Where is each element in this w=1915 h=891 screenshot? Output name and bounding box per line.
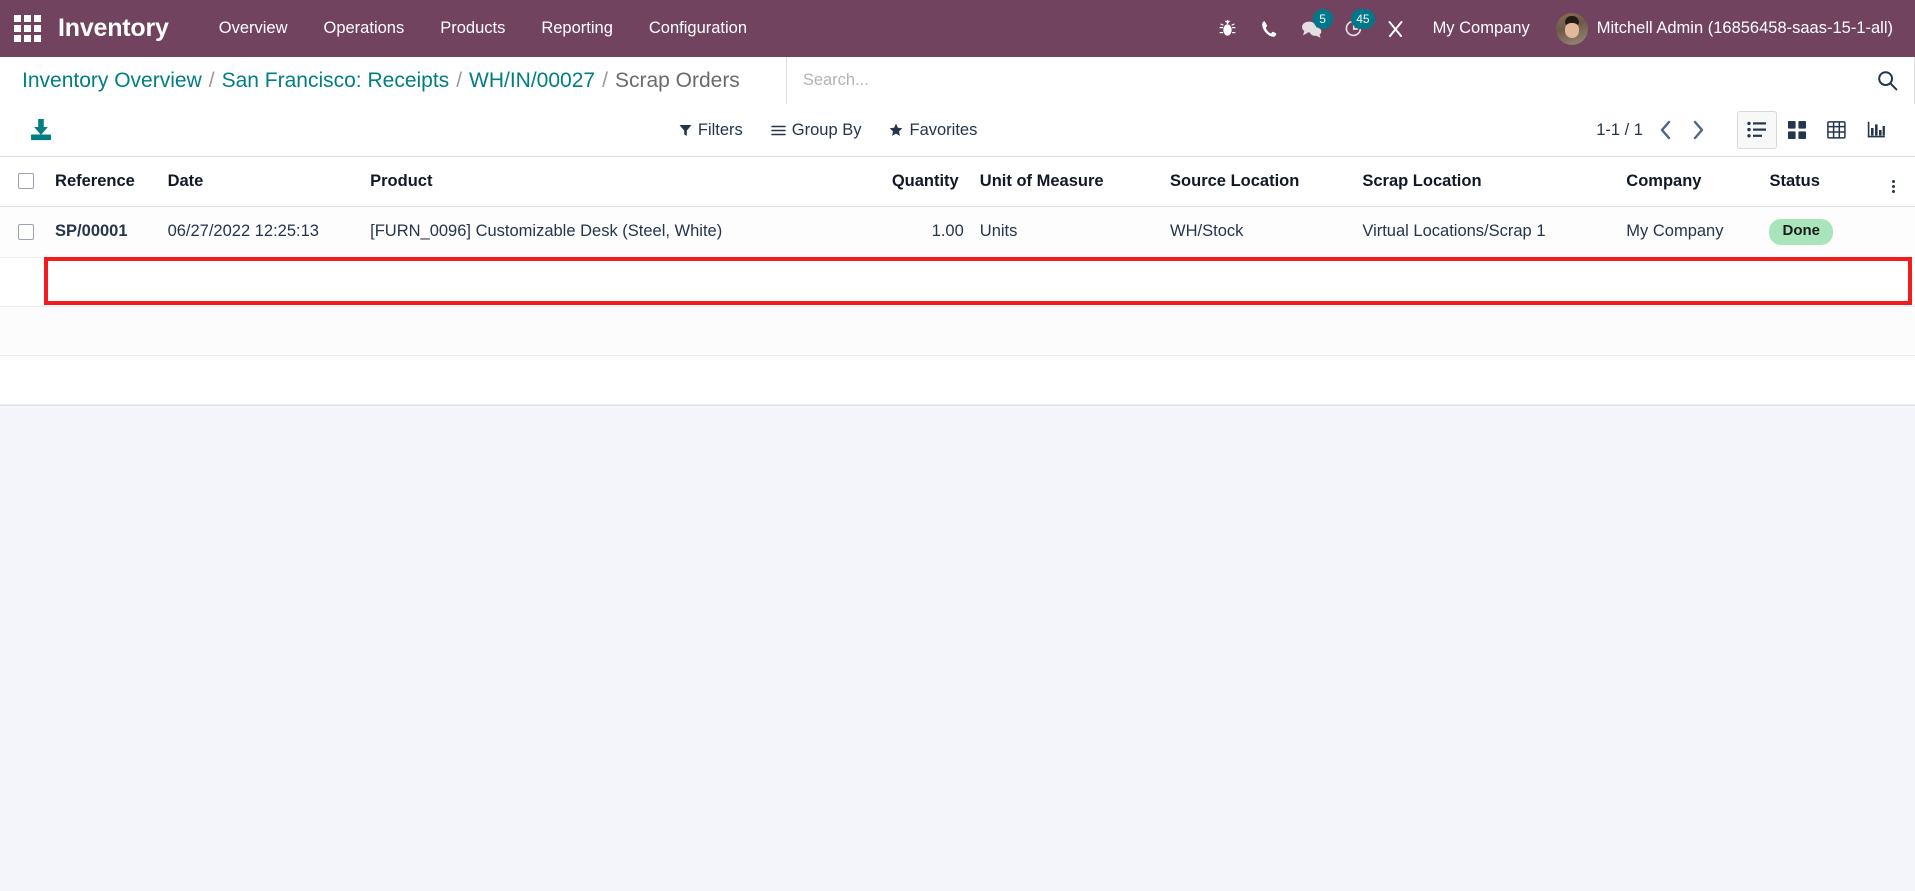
row-select-cell (0, 206, 48, 258)
column-header-status[interactable]: Status (1761, 157, 1885, 207)
column-header-reference[interactable]: Reference (47, 157, 160, 207)
search-input[interactable] (802, 71, 1867, 90)
hamburger-lines-icon (771, 125, 786, 135)
cell-scrap-location: Virtual Locations/Scrap 1 (1354, 206, 1619, 258)
favorites-label: Favorites (909, 120, 978, 139)
chevron-right-icon[interactable] (1682, 118, 1715, 142)
column-header-quantity[interactable]: Quantity (883, 157, 972, 207)
menu-item-reporting[interactable]: Reporting (523, 11, 631, 46)
table-body: SP/00001 06/27/2022 12:25:13 [FURN_0096]… (0, 206, 1915, 405)
select-all-header (0, 157, 48, 207)
empty-row (0, 257, 1915, 307)
pivot-table-icon (1827, 121, 1847, 139)
search-options: Filters Group By Favorites (665, 115, 991, 146)
app-brand-title[interactable]: Inventory (58, 14, 169, 43)
breadcrumb: Inventory Overview / San Francisco: Rece… (0, 57, 758, 104)
cell-quantity: 1.00 (883, 206, 972, 258)
control-panel-bottom: Filters Group By Favorites 1-1 / 1 (0, 104, 1915, 156)
user-menu[interactable]: Mitchell Admin (16856458-saas-15-1-all) (1546, 9, 1897, 49)
table-header-row: Reference Date Product Quantity Unit of … (0, 157, 1915, 207)
navbar-right-section: 5 45 My Company Mitchell Admin (16856458… (1207, 8, 1897, 49)
messages-badge: 5 (1312, 8, 1333, 29)
cell-source-location: WH/Stock (1162, 206, 1355, 258)
search-icon[interactable] (1867, 70, 1900, 91)
top-navbar: Inventory Overview Operations Products R… (0, 0, 1915, 57)
chevron-left-icon[interactable] (1649, 118, 1682, 142)
cell-date: 06/27/2022 12:25:13 (159, 206, 363, 258)
messages-icon[interactable]: 5 (1291, 8, 1333, 49)
breadcrumb-separator: / (456, 68, 463, 92)
breadcrumb-separator: / (602, 68, 608, 92)
column-header-product[interactable]: Product (362, 157, 884, 207)
row-checkbox[interactable] (18, 224, 34, 241)
view-switcher (1736, 111, 1897, 149)
filters-label: Filters (697, 120, 743, 139)
list-view-button[interactable] (1736, 111, 1777, 149)
cell-product: [FURN_0096] Customizable Desk (Steel, Wh… (362, 206, 884, 258)
column-header-source-location[interactable]: Source Location (1162, 157, 1355, 207)
empty-cell (0, 355, 1915, 405)
optional-columns-header (1884, 157, 1915, 207)
apps-grid-icon[interactable] (10, 12, 44, 46)
avatar (1555, 12, 1588, 45)
list-icon (1747, 121, 1766, 138)
menu-item-products[interactable]: Products (422, 11, 523, 46)
cell-company: My Company (1618, 206, 1762, 258)
column-header-scrap-location[interactable]: Scrap Location (1354, 157, 1619, 207)
phone-icon[interactable] (1249, 9, 1291, 49)
kanban-grid-icon (1787, 121, 1806, 139)
pager-counter: 1-1 / 1 (1596, 120, 1643, 139)
control-panel: Inventory Overview / San Francisco: Rece… (0, 57, 1915, 157)
cell-status: Done (1761, 206, 1885, 258)
bar-chart-icon (1868, 121, 1886, 138)
table-row[interactable]: SP/00001 06/27/2022 12:25:13 [FURN_0096]… (0, 206, 1915, 258)
column-header-unit-of-measure[interactable]: Unit of Measure (971, 157, 1163, 207)
cell-reference: SP/00001 (47, 206, 160, 258)
breadcrumb-item-scrap-orders: Scrap Orders (614, 68, 740, 92)
search-bar (785, 57, 1915, 104)
group-by-button[interactable]: Group By (757, 115, 876, 146)
kanban-view-button[interactable] (1777, 111, 1817, 149)
filters-button[interactable]: Filters (665, 115, 757, 146)
scrap-orders-table-container: Reference Date Product Quantity Unit of … (0, 157, 1915, 406)
pivot-view-button[interactable] (1817, 111, 1857, 149)
tools-wrench-icon[interactable] (1375, 9, 1417, 49)
download-export-icon[interactable] (22, 114, 60, 146)
select-all-checkbox[interactable] (18, 173, 34, 190)
status-badge: Done (1769, 219, 1833, 245)
company-switcher[interactable]: My Company (1417, 11, 1546, 46)
graph-view-button[interactable] (1857, 111, 1897, 149)
breadcrumb-item-wh-in-00027[interactable]: WH/IN/00027 (469, 69, 595, 93)
menu-item-overview[interactable]: Overview (201, 11, 306, 46)
cell-unit-of-measure: Units (971, 206, 1163, 258)
control-panel-top: Inventory Overview / San Francisco: Rece… (0, 57, 1915, 104)
empty-row (0, 355, 1915, 405)
vertical-dots-icon[interactable] (1892, 180, 1896, 193)
breadcrumb-separator: / (208, 68, 215, 92)
empty-cell (0, 306, 1915, 356)
group-by-label: Group By (791, 120, 862, 139)
star-icon (890, 123, 903, 136)
empty-row (0, 306, 1915, 356)
scrap-orders-table: Reference Date Product Quantity Unit of … (0, 157, 1915, 405)
pager-and-views: 1-1 / 1 (1596, 111, 1897, 149)
column-header-date[interactable]: Date (159, 157, 363, 207)
activities-badge: 45 (1351, 8, 1375, 29)
breadcrumb-item-inventory-overview[interactable]: Inventory Overview (22, 69, 202, 93)
breadcrumb-item-san-francisco-receipts[interactable]: San Francisco: Receipts (222, 69, 450, 93)
filter-funnel-icon (679, 124, 692, 136)
main-menu: Overview Operations Products Reporting C… (201, 11, 765, 46)
empty-cell (0, 257, 1915, 307)
favorites-button[interactable]: Favorites (875, 115, 991, 146)
activities-clock-icon[interactable]: 45 (1333, 8, 1375, 49)
column-header-company[interactable]: Company (1618, 157, 1762, 207)
bug-icon[interactable] (1207, 9, 1249, 49)
cell-optional (1884, 206, 1915, 258)
table-header: Reference Date Product Quantity Unit of … (0, 157, 1915, 207)
app-page: Inventory Overview Operations Products R… (0, 0, 1915, 891)
user-name-label: Mitchell Admin (16856458-saas-15-1-all) (1596, 19, 1893, 37)
menu-item-configuration[interactable]: Configuration (631, 11, 765, 46)
menu-item-operations[interactable]: Operations (306, 11, 423, 46)
